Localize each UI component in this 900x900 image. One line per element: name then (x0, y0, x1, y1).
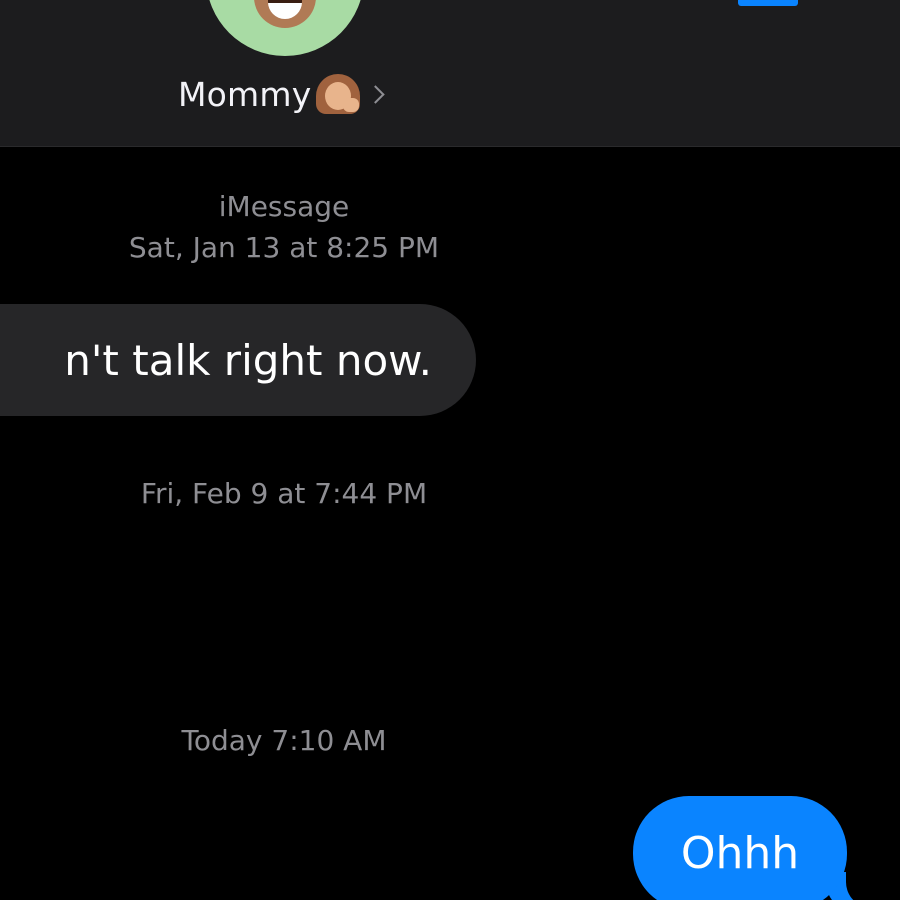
contact-name-button[interactable]: Mommy (178, 70, 386, 118)
chevron-right-icon (366, 84, 386, 104)
message-timestamp: Sat, Jan 13 at 8:25 PM (128, 231, 440, 264)
conversation-header: Mommy (0, 0, 900, 147)
outgoing-message-text: Ohhh (680, 827, 800, 879)
woman-emoji-icon (313, 72, 363, 116)
incoming-message-bubble[interactable]: n't talk right now. (0, 304, 476, 416)
outgoing-message-bubble[interactable]: Ohhh (633, 796, 847, 900)
message-timestamp: Fri, Feb 9 at 7:44 PM (140, 477, 428, 510)
service-label: iMessage (218, 190, 350, 223)
messages-screen: Mommy iMessage Sat, Jan 13 at 8:25 PM n'… (0, 0, 900, 900)
incoming-message-text: n't talk right now. (64, 335, 432, 385)
message-timestamp: Today 7:10 AM (181, 724, 387, 757)
contact-name: Mommy (178, 74, 312, 114)
facetime-video-icon[interactable] (738, 0, 798, 6)
contact-avatar[interactable] (206, 0, 364, 56)
